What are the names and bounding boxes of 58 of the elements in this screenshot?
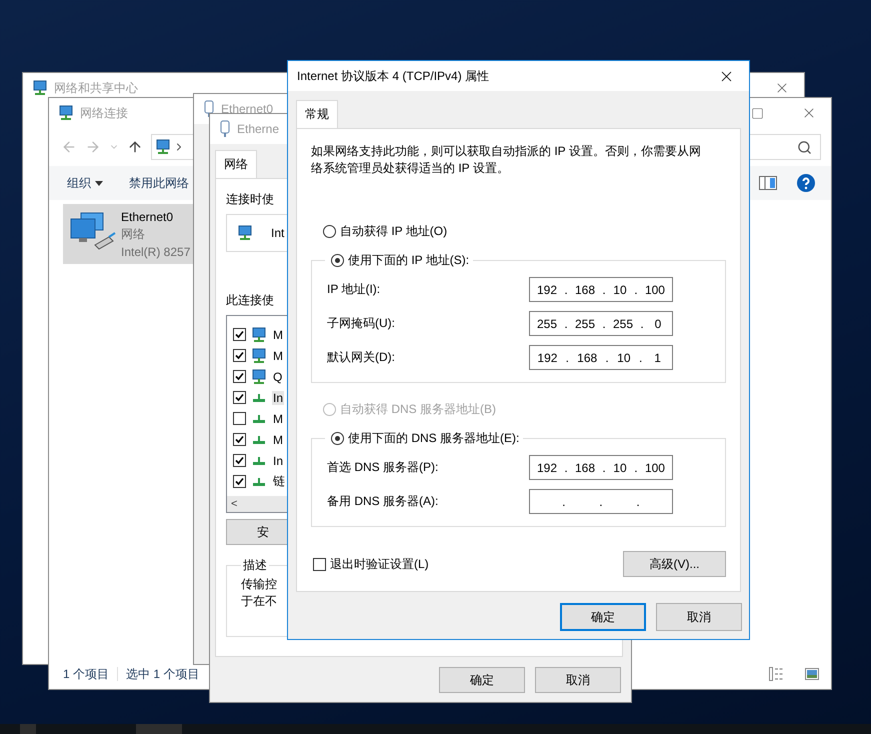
ip-octet: 192 — [536, 460, 558, 474]
field-label: 子网掩码(U): — [327, 315, 396, 332]
octet-separator: . — [563, 460, 569, 474]
ip-octet: 255 — [612, 316, 634, 330]
octet-separator: . — [563, 316, 569, 330]
description-text: 于在不 — [241, 593, 278, 610]
octet-separator: . — [633, 282, 639, 296]
section-label: 连接时使 — [226, 191, 274, 208]
ip-octet: 192 — [537, 350, 558, 364]
adapter-name: Int — [271, 226, 284, 240]
window-title: Etherne — [237, 122, 280, 136]
description-text: 传输控 — [241, 576, 278, 593]
ip-octet: 10 — [612, 282, 627, 296]
field-label: 备用 DNS 服务器(A): — [327, 493, 440, 510]
field-label: 默认网关(D): — [327, 349, 396, 366]
connection-name: Ethernet0 — [121, 210, 174, 224]
window-title: 网络连接 — [80, 104, 128, 122]
octet-separator: . — [561, 494, 567, 508]
octet-separator: . — [639, 316, 645, 330]
octet-separator: . — [635, 494, 641, 508]
ip-octet: 192 — [536, 282, 558, 296]
status-text: 选中 1 个项目 — [126, 666, 200, 682]
ip-octet: 168 — [577, 350, 598, 364]
octet-separator: . — [598, 494, 604, 508]
window-title: Internet 协议版本 4 (TCP/IPv4) 属性 — [297, 68, 490, 84]
connection-status: 网络 — [121, 226, 146, 242]
connection-device: Intel(R) 8257 — [121, 244, 190, 258]
ip-octet: 10 — [612, 460, 627, 474]
ip-octet: 168 — [574, 460, 596, 474]
octet-separator: . — [564, 350, 570, 364]
field-label: 首选 DNS 服务器(P): — [327, 459, 440, 476]
octet-separator: . — [563, 282, 569, 296]
intro-text: 如果网络支持此功能，则可以获取自动指派的 IP 设置。否则，你需要从网络系统管理员处获得适当的 IP 设置。 — [311, 143, 702, 177]
ip-octet: 10 — [616, 350, 631, 364]
ip-octet: 255 — [574, 316, 596, 330]
section-label: 此连接使 — [226, 292, 274, 309]
octet-separator: . — [638, 350, 644, 364]
status-text: 1 个项目 — [63, 666, 110, 682]
checkbox-label: 退出时验证设置(L) — [330, 556, 429, 572]
radio-label: 使用下面的 DNS 服务器地址(E): — [348, 430, 520, 447]
group-title: 描述 — [242, 557, 268, 574]
octet-separator: . — [633, 460, 639, 474]
ip-octet: 0 — [654, 316, 662, 330]
octet-separator: . — [601, 282, 607, 296]
window-title: 网络和共享中心 — [54, 80, 138, 96]
radio-label: 使用下面的 IP 地址(S): — [348, 252, 470, 269]
ip-octet: 1 — [653, 350, 662, 364]
ip-octet: 255 — [536, 316, 558, 330]
field-label: IP 地址(I): — [327, 281, 382, 298]
octet-separator: . — [601, 316, 607, 330]
window-title: Ethernet0 — [221, 102, 274, 116]
ip-octet: 168 — [574, 282, 596, 296]
octet-separator: . — [601, 460, 607, 474]
radio-label: 自动获得 DNS 服务器地址(B) — [340, 401, 496, 418]
ip-octet: 100 — [644, 460, 665, 474]
radio-label: 自动获得 IP 地址(O) — [340, 223, 448, 240]
ip-octet: 100 — [644, 282, 665, 296]
octet-separator: . — [604, 350, 610, 364]
